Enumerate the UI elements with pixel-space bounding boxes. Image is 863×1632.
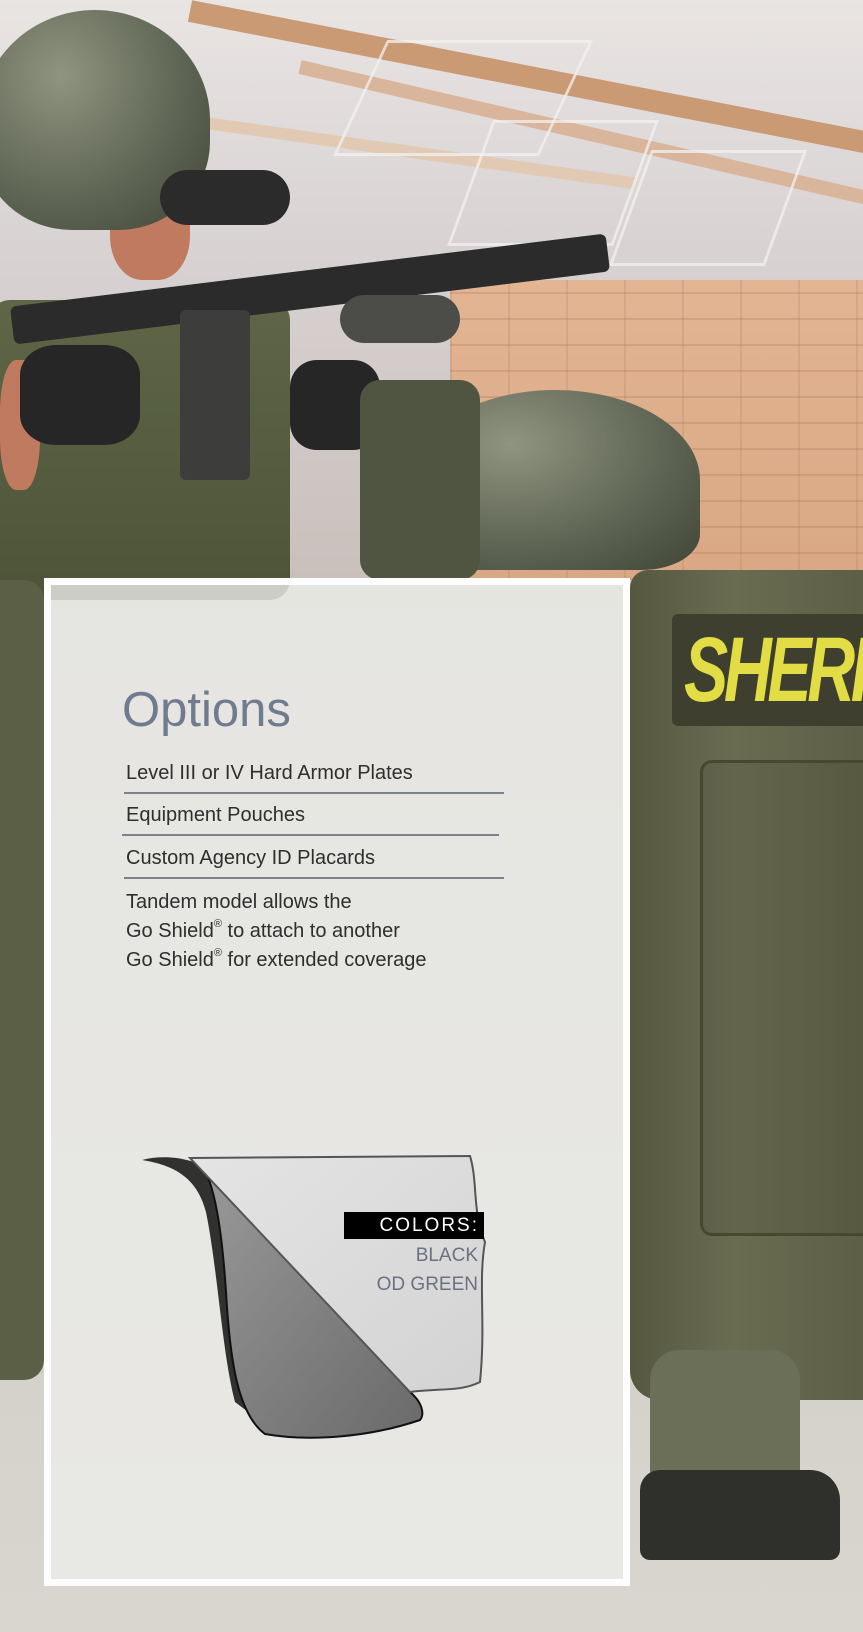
divider <box>124 792 504 794</box>
tandem-line-3: Go Shield® for extended coverage <box>126 946 427 975</box>
tandem-description: Tandem model allows the Go Shield® to at… <box>126 888 427 975</box>
left-figure <box>0 580 44 1380</box>
rifle-magazine <box>180 310 250 480</box>
shoulder <box>360 380 480 580</box>
tandem-line-2: Go Shield® to attach to another <box>126 917 427 946</box>
color-swatch <box>142 1154 487 1439</box>
grenade-launcher <box>340 295 460 343</box>
go-shield-text: Go Shield <box>126 920 214 942</box>
color-option-black: BLACK <box>415 1245 478 1266</box>
option-item-equipment-pouches: Equipment Pouches <box>126 804 306 826</box>
go-shield-text: Go Shield <box>126 949 214 971</box>
tandem-line-3-rest: for extended coverage <box>221 949 427 971</box>
registered-mark: ® <box>213 947 222 959</box>
boot <box>640 1470 840 1560</box>
options-title: Options <box>122 683 291 737</box>
divider <box>124 877 504 879</box>
glove <box>20 345 140 445</box>
sheriff-patch-text: SHERIFF <box>684 619 863 721</box>
divider <box>122 834 499 836</box>
rifle-scope <box>160 170 290 225</box>
colors-label: COLORS: <box>379 1215 479 1236</box>
tandem-line-1: Tandem model allows the <box>126 891 352 913</box>
option-item-agency-id-placards: Custom Agency ID Placards <box>126 847 375 869</box>
option-item-hard-armor-plates: Level III or IV Hard Armor Plates <box>126 762 413 784</box>
tandem-line-2-rest: to attach to another <box>221 920 400 942</box>
color-option-od-green: OD GREEN <box>376 1274 478 1295</box>
shield-pocket <box>700 760 863 1236</box>
colors-label-box: COLORS: <box>344 1212 484 1239</box>
sheriff-patch: SHERIFF <box>672 614 863 726</box>
registered-mark: ® <box>213 918 222 930</box>
